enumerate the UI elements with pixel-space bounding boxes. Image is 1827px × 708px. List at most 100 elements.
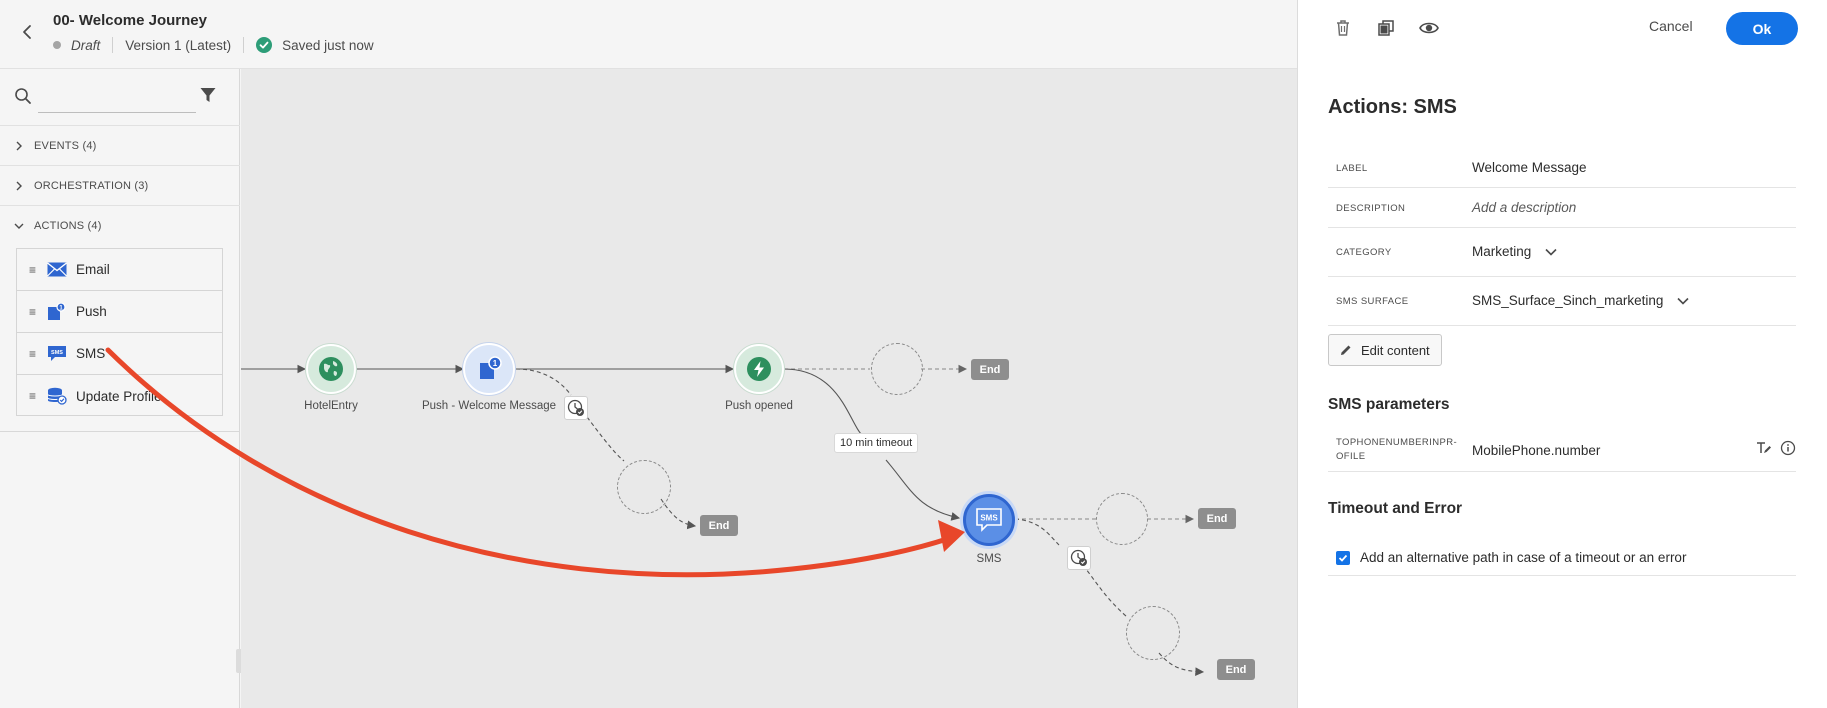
phone-param-value[interactable]: MobilePhone.number xyxy=(1472,443,1600,458)
node-label: SMS xyxy=(976,553,1002,565)
trash-icon[interactable] xyxy=(1333,18,1353,38)
search-icon xyxy=(15,88,31,104)
description-input[interactable]: Add a description xyxy=(1472,200,1576,215)
action-item-update-profile[interactable]: ≡ Update Profile xyxy=(17,375,222,417)
pencil-icon xyxy=(1341,345,1351,355)
push-icon: 1 xyxy=(480,356,502,379)
category-dropdown[interactable]: Marketing xyxy=(1472,244,1557,259)
duplicate-icon[interactable] xyxy=(1376,18,1396,38)
saved-status: Saved just now xyxy=(282,37,374,53)
category-field-label: CATEGORY xyxy=(1336,247,1392,258)
palette-search xyxy=(0,69,240,126)
add-activity-placeholder[interactable] xyxy=(617,460,671,514)
chevron-down-icon xyxy=(1545,249,1557,257)
category-field-row: CATEGORY Marketing xyxy=(1328,228,1796,277)
phone-param-label-line: TOPHONENUMBERINPR- xyxy=(1336,437,1458,448)
action-item-label: Email xyxy=(76,262,110,277)
end-node[interactable]: End xyxy=(1217,659,1255,680)
eye-icon[interactable] xyxy=(1419,18,1439,38)
drag-handle-icon[interactable]: ≡ xyxy=(29,348,37,360)
chevron-down-icon xyxy=(14,223,24,229)
action-item-email[interactable]: ≡ Email xyxy=(17,249,222,291)
back-button[interactable] xyxy=(18,22,38,42)
alt-path-checkbox[interactable] xyxy=(1336,550,1350,565)
panel-title: Actions: SMS xyxy=(1328,96,1457,118)
section-orchestration[interactable]: ORCHESTRATION (3) xyxy=(0,166,240,206)
drag-handle-icon[interactable]: ≡ xyxy=(29,390,37,402)
node-label: Push - Welcome Message xyxy=(421,400,557,412)
node-push-welcome[interactable]: 1 xyxy=(463,343,515,395)
label-field-row: LABEL Welcome Message xyxy=(1328,148,1796,188)
node-hotel-entry[interactable] xyxy=(306,344,356,394)
connector xyxy=(885,459,961,521)
cancel-button[interactable]: Cancel xyxy=(1649,18,1693,34)
status-badge: Draft xyxy=(71,37,101,53)
add-activity-placeholder[interactable] xyxy=(1096,493,1148,545)
globe-icon xyxy=(319,357,343,381)
journey-canvas[interactable]: HotelEntry 1 Push - Welcome Message End … xyxy=(241,69,1297,708)
connector xyxy=(515,368,572,396)
node-push-opened[interactable] xyxy=(734,344,784,394)
action-item-push[interactable]: ≡ 1 Push xyxy=(17,291,222,333)
connector xyxy=(1014,518,1060,546)
description-field-label: DESCRIPTION xyxy=(1336,203,1406,214)
timeout-error-heading: Timeout and Error xyxy=(1328,500,1463,517)
description-field-row: DESCRIPTION Add a description xyxy=(1328,188,1796,228)
edit-expression-icon[interactable] xyxy=(1756,440,1772,456)
edit-content-label: Edit content xyxy=(1361,342,1430,358)
info-icon[interactable] xyxy=(1780,440,1796,456)
sms-node-text: SMS xyxy=(980,514,998,523)
timeout-path-label[interactable]: 10 min timeout xyxy=(834,433,919,453)
add-activity-placeholder[interactable] xyxy=(871,343,923,395)
edit-content-button[interactable]: Edit content xyxy=(1328,334,1442,366)
divider xyxy=(0,431,240,432)
connector xyxy=(783,368,864,437)
timer-icon[interactable] xyxy=(564,396,588,420)
sms-icon: SMS xyxy=(47,345,67,363)
connector xyxy=(1082,564,1128,618)
alt-path-checkbox-row[interactable]: Add an alternative path in case of a tim… xyxy=(1328,540,1796,576)
journey-title: 00- Welcome Journey xyxy=(53,12,207,29)
checkmark-circle-icon xyxy=(256,37,273,53)
svg-text:SMS: SMS xyxy=(51,350,63,356)
alt-path-label: Add an alternative path in case of a tim… xyxy=(1360,550,1687,565)
section-orchestration-label: ORCHESTRATION (3) xyxy=(34,179,149,192)
drag-handle-icon[interactable]: ≡ xyxy=(29,264,37,276)
version-label[interactable]: Version 1 (Latest) xyxy=(125,38,231,53)
label-field-value[interactable]: Welcome Message xyxy=(1472,160,1587,175)
status-dot xyxy=(53,41,61,49)
node-sms[interactable]: SMS xyxy=(963,494,1015,546)
section-events[interactable]: EVENTS (4) xyxy=(0,126,240,166)
action-item-label: Update Profile xyxy=(76,388,162,404)
sms-parameters-heading: SMS parameters xyxy=(1328,396,1450,413)
label-field-label: LABEL xyxy=(1336,163,1368,174)
action-item-label: Push xyxy=(76,304,107,319)
sms-surface-field-row: SMS SURFACE SMS_Surface_Sinch_marketing xyxy=(1328,277,1796,326)
action-item-sms[interactable]: ≡ SMS SMS xyxy=(17,333,222,375)
connector xyxy=(586,416,625,462)
journey-header: 00- Welcome Journey Draft Version 1 (Lat… xyxy=(0,0,1297,69)
divider xyxy=(112,37,114,53)
update-profile-icon xyxy=(47,387,67,405)
end-node[interactable]: End xyxy=(971,359,1009,380)
end-node[interactable]: End xyxy=(1198,508,1236,529)
ok-button[interactable]: Ok xyxy=(1726,12,1798,45)
sms-surface-value: SMS_Surface_Sinch_marketing xyxy=(1472,293,1664,308)
section-actions[interactable]: ACTIONS (4) xyxy=(0,206,240,246)
connector xyxy=(660,498,697,530)
activity-palette: EVENTS (4) ORCHESTRATION (3) ACTIONS (4)… xyxy=(0,69,244,708)
actions-list: ≡ Email ≡ 1 Push ≡ SMS SMS ≡ Update Prof… xyxy=(16,248,223,416)
add-activity-placeholder[interactable] xyxy=(1126,606,1180,660)
sms-surface-dropdown[interactable]: SMS_Surface_Sinch_marketing xyxy=(1472,293,1689,308)
node-label: Push opened xyxy=(725,400,793,412)
timer-icon[interactable] xyxy=(1067,546,1091,570)
chevron-right-icon xyxy=(16,141,22,150)
filter-icon[interactable] xyxy=(199,86,217,104)
phone-param-label-line: OFILE xyxy=(1336,451,1366,462)
checkmark-icon xyxy=(1338,554,1348,562)
journey-editor: 00- Welcome Journey Draft Version 1 (Lat… xyxy=(0,0,1827,708)
search-input[interactable] xyxy=(38,83,196,113)
push-badge: 1 xyxy=(493,359,498,368)
end-node[interactable]: End xyxy=(700,515,738,536)
drag-handle-icon[interactable]: ≡ xyxy=(29,306,37,318)
